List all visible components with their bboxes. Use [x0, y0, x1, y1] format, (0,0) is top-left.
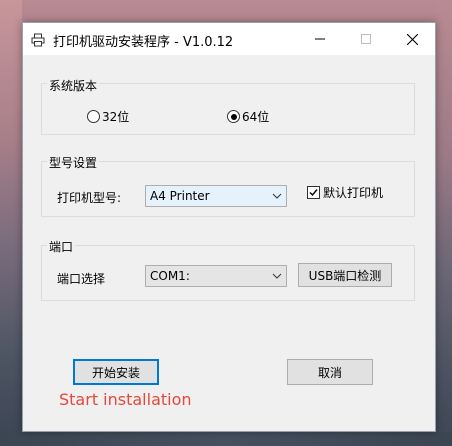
usb-port-detect-button[interactable]: USB端口检测: [298, 263, 392, 287]
port-group-label: 端口: [47, 238, 76, 255]
chevron-down-icon: [272, 193, 282, 199]
default-printer-label: 默认打印机: [323, 186, 384, 200]
port-select-label: 端口选择: [57, 272, 106, 286]
close-button[interactable]: [389, 23, 435, 55]
port-select[interactable]: COM1:: [145, 265, 287, 287]
desktop-background-bottom: [0, 432, 452, 446]
default-printer-checkbox[interactable]: 默认打印机: [307, 184, 383, 201]
start-install-label: 开始安装: [91, 365, 140, 380]
printer-icon: [31, 32, 45, 47]
desktop-background-right: [436, 0, 452, 446]
title-bar[interactable]: 打印机驱动安装程序 - V1.0.12: [23, 23, 435, 55]
close-icon: [406, 33, 418, 45]
start-install-button[interactable]: 开始安装: [73, 359, 159, 385]
radio-32bit-label: 32位: [102, 110, 130, 124]
cancel-button[interactable]: 取消: [287, 359, 373, 385]
installer-window: 打印机驱动安装程序 - V1.0.12 系统版本 32位 64位 型号设置 打印…: [22, 22, 436, 432]
maximize-icon: [361, 34, 371, 44]
maximize-button[interactable]: [343, 23, 389, 55]
system-version-label: 系统版本: [47, 77, 100, 94]
start-installation-annotation: Start installation: [59, 390, 192, 409]
minimize-icon: [315, 38, 325, 40]
cancel-label: 取消: [317, 365, 342, 380]
printer-model-value: A4 Printer: [150, 189, 210, 203]
minimize-button[interactable]: [297, 23, 343, 55]
model-settings-label: 型号设置: [47, 154, 100, 171]
radio-circle-64bit: [227, 110, 240, 123]
desktop-background-left: [0, 0, 22, 446]
usb-port-detect-label: USB端口检测: [308, 268, 382, 283]
radio-32bit[interactable]: 32位: [87, 108, 129, 125]
port-value: COM1:: [150, 269, 190, 283]
printer-model-label: 打印机型号:: [57, 191, 122, 205]
radio-circle-32bit: [87, 110, 100, 123]
checkmark-icon: [309, 189, 318, 197]
radio-64bit-label: 64位: [242, 110, 270, 124]
window-title: 打印机驱动安装程序 - V1.0.12: [53, 35, 234, 50]
printer-model-select[interactable]: A4 Printer: [145, 185, 287, 207]
chevron-down-icon: [272, 273, 282, 279]
checkbox-box: [307, 186, 320, 199]
radio-64bit[interactable]: 64位: [227, 108, 269, 125]
